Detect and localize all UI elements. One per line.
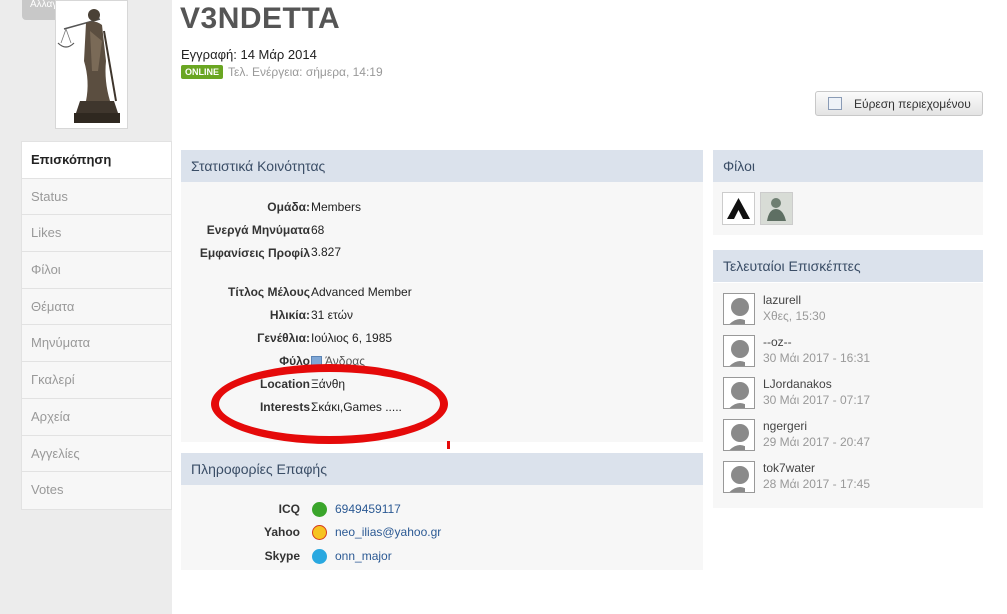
- find-content-button[interactable]: Εύρεση περιεχομένου: [815, 91, 983, 116]
- visitors-header: Τελευταίοι Επισκέπτες: [713, 250, 983, 282]
- friends-panel: [713, 182, 983, 235]
- stat-value: Members: [311, 200, 362, 214]
- tab-gallery[interactable]: Γκαλερί: [22, 362, 171, 399]
- stat-label: Ενεργά Μηνύματα: [206, 223, 310, 237]
- stat-value: 31 ετών: [311, 308, 353, 322]
- stat-label: Φύλο: [279, 354, 310, 368]
- stat-value: Ξάνθη: [311, 377, 346, 391]
- default-user-icon: [729, 382, 754, 408]
- visit-time: 28 Μάι 2017 - 17:45: [763, 477, 871, 491]
- list-item[interactable]: lazurell Χθες, 15:30: [723, 287, 983, 325]
- yahoo-link[interactable]: neo_ilias@yahoo.gr: [335, 525, 441, 539]
- stat-value: Σκάκι,Games .....: [311, 400, 402, 414]
- visitor-name[interactable]: lazurell: [763, 293, 801, 307]
- stat-label: Γενέθλια:: [257, 331, 310, 345]
- visitor-name[interactable]: tok7water: [763, 461, 815, 475]
- stat-label: Τίτλος Μέλους: [228, 285, 310, 299]
- friend-avatar[interactable]: [760, 192, 793, 225]
- friends-header: Φίλοι: [713, 150, 983, 182]
- list-item[interactable]: ngergeri 29 Μάι 2017 - 20:47: [723, 413, 983, 451]
- tab-votes[interactable]: Votes: [22, 472, 171, 509]
- visit-time: 29 Μάι 2017 - 20:47: [763, 435, 871, 449]
- default-user-icon: [729, 466, 754, 492]
- default-user-icon: [729, 298, 754, 324]
- visitor-name[interactable]: LJordanakos: [763, 377, 832, 391]
- find-content-label: Εύρεση περιεχομένου: [854, 96, 971, 111]
- visitor-name[interactable]: --oz--: [763, 335, 792, 349]
- icq-link[interactable]: 6949459117: [335, 502, 401, 516]
- visit-time: Χθες, 15:30: [763, 309, 826, 323]
- stat-value: Ιούλιος 6, 1985: [311, 331, 393, 345]
- triangle-logo-icon: [723, 193, 754, 224]
- skype-link[interactable]: onn_major: [335, 549, 392, 563]
- profile-avatar[interactable]: [55, 0, 128, 129]
- male-icon: [311, 355, 322, 367]
- stat-value: Advanced Member: [311, 285, 412, 299]
- avatar: [723, 377, 755, 409]
- stat-value: Άνδρας: [311, 354, 365, 368]
- stat-value: 3.827: [311, 245, 342, 259]
- visit-time: 30 Μάι 2017 - 16:31: [763, 351, 871, 365]
- list-item[interactable]: --oz-- 30 Μάι 2017 - 16:31: [723, 329, 983, 367]
- avatar: [723, 419, 755, 451]
- avatar: [723, 461, 755, 493]
- visitor-name[interactable]: ngergeri: [763, 419, 807, 433]
- stat-label: Interests: [259, 400, 310, 414]
- tab-overview[interactable]: Επισκόπηση: [22, 142, 171, 179]
- stats-header: Στατιστικά Κοινότητας: [181, 150, 703, 182]
- tab-status[interactable]: Status: [22, 179, 171, 216]
- friend-avatar[interactable]: [722, 192, 755, 225]
- status-badge: ONLINE: [181, 65, 224, 79]
- character-avatar-icon: [761, 193, 792, 224]
- tab-friends[interactable]: Φίλοι: [22, 252, 171, 289]
- annotation-mark: [447, 441, 450, 449]
- tab-likes[interactable]: Likes: [22, 215, 171, 253]
- tab-topics[interactable]: Θέματα: [22, 289, 171, 326]
- online-status: ONLINE Τελ. Ενέργεια: σήμερα, 14:19: [181, 65, 383, 79]
- document-search-icon: [828, 97, 842, 110]
- contact-panel: ICQ 6949459117 Yahoo neo_ilias@yahoo.gr …: [181, 485, 703, 570]
- visitors-panel: lazurell Χθες, 15:30 --oz-- 30 Μάι 2017 …: [713, 283, 983, 508]
- gender-value: Άνδρας: [325, 354, 366, 368]
- lady-justice-statue-image: [56, 1, 127, 128]
- profile-tabs: Επισκόπηση Status Likes Φίλοι Θέματα Μην…: [21, 141, 172, 510]
- stat-label: Location: [260, 377, 310, 391]
- skype-icon: [312, 549, 327, 564]
- avatar: [723, 335, 755, 367]
- visit-time: 30 Μάι 2017 - 07:17: [763, 393, 871, 407]
- profile-main: V3NDETTA Εγγραφή: 14 Μάρ 2014 ONLINE Τελ…: [172, 0, 1007, 614]
- stat-label: Ομάδα:: [267, 200, 310, 214]
- default-user-icon: [729, 340, 754, 366]
- contact-label: Skype: [264, 549, 300, 563]
- avatar: [723, 293, 755, 325]
- last-activity: Τελ. Ενέργεια: σήμερα, 14:19: [228, 65, 383, 79]
- icq-flower-icon: [312, 502, 327, 517]
- join-date: Εγγραφή: 14 Μάρ 2014: [181, 47, 317, 62]
- tab-classifieds[interactable]: Αγγελίες: [22, 436, 171, 473]
- default-user-icon: [729, 424, 754, 450]
- yahoo-smiley-icon: [312, 525, 327, 540]
- page-title: V3NDETTA: [180, 2, 341, 35]
- list-item[interactable]: LJordanakos 30 Μάι 2017 - 07:17: [723, 371, 983, 409]
- tab-posts[interactable]: Μηνύματα: [22, 325, 171, 363]
- stat-label: Εμφανίσεις Προφίλ: [199, 246, 310, 260]
- profile-sidebar: Αλλαγή Επισκόπηση Status Likes Φίλοι Θέμ…: [0, 0, 172, 614]
- stat-value: 68: [311, 223, 325, 237]
- list-item[interactable]: tok7water 28 Μάι 2017 - 17:45: [723, 455, 983, 493]
- contact-header: Πληροφορίες Επαφής: [181, 453, 703, 485]
- contact-label: Yahoo: [263, 525, 300, 539]
- tab-files[interactable]: Αρχεία: [22, 399, 171, 436]
- contact-label: ICQ: [278, 502, 300, 516]
- stats-panel: Ομάδα: Members Ενεργά Μηνύματα 68 Εμφανί…: [181, 182, 703, 442]
- stat-label: Ηλικία:: [269, 308, 310, 322]
